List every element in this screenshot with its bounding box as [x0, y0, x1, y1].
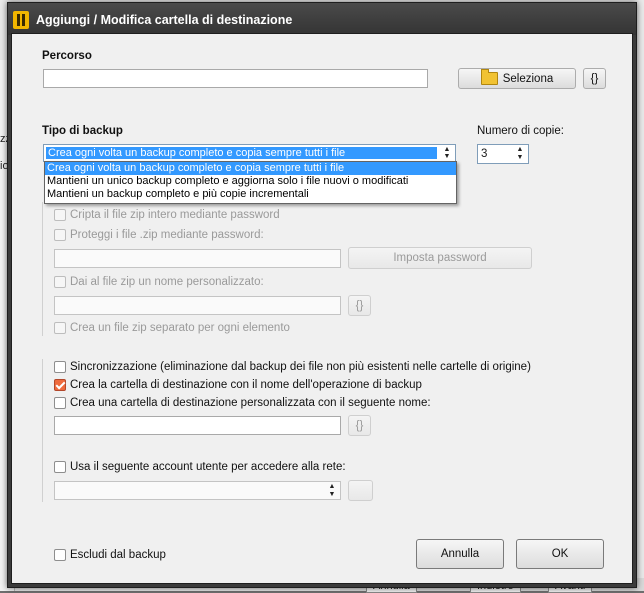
browse-button-label: Seleziona: [502, 72, 554, 85]
separate-zip-label: Crea un file zip separato per ogni eleme…: [70, 322, 290, 334]
encrypt-zip-label: Cripta il file zip intero mediante passw…: [70, 209, 280, 221]
increment-icon[interactable]: ▲: [513, 146, 527, 154]
ok-button[interactable]: OK: [516, 539, 604, 569]
chevron-down-icon: ▼: [443, 153, 451, 160]
path-label: Percorso: [42, 50, 92, 62]
backup-type-select[interactable]: Crea ogni volta un backup completo e cop…: [43, 144, 456, 162]
copies-value: 3: [481, 148, 488, 160]
chevron-up-icon: ▲: [328, 483, 336, 490]
folder-name-variables-button[interactable]: {}: [348, 415, 371, 436]
custom-zip-name-label: Dai al file zip un nome personalizzato:: [70, 276, 264, 288]
network-account-spinner[interactable]: ▲ ▼: [325, 483, 339, 498]
backup-type-option[interactable]: Mantieni un backup completo e più copie …: [45, 188, 456, 201]
separate-zip-checkbox[interactable]: [54, 322, 66, 334]
backup-type-option[interactable]: Mantieni un unico backup completo e aggi…: [45, 175, 456, 188]
chevron-up-icon: ▲: [443, 146, 451, 153]
create-named-folder-checkbox[interactable]: [54, 379, 66, 391]
custom-zip-name-field[interactable]: [54, 296, 341, 315]
browse-button[interactable]: Seleziona: [458, 68, 576, 89]
network-account-checkbox[interactable]: [54, 461, 66, 473]
folder-icon: [480, 69, 498, 85]
path-input[interactable]: [43, 69, 428, 88]
protect-zip-checkbox[interactable]: [54, 229, 66, 241]
folder-group-line: [42, 359, 43, 467]
custom-folder-name-field[interactable]: [54, 416, 341, 435]
zip-name-variables-button[interactable]: {}: [348, 295, 371, 316]
copies-spinner[interactable]: ▲ ▼: [513, 146, 527, 162]
dialog-body: Percorso Seleziona {} Tipo di backup Cre…: [11, 33, 633, 584]
dialog-titlebar[interactable]: Aggiungi / Modifica cartella di destinaz…: [8, 3, 636, 35]
protect-zip-label: Proteggi i file .zip mediante password:: [70, 229, 264, 241]
copies-label: Numero di copie:: [477, 125, 564, 137]
sync-checkbox[interactable]: [54, 361, 66, 373]
zip-group-line: [42, 202, 43, 336]
copies-stepper[interactable]: 3 ▲ ▼: [477, 144, 529, 164]
custom-folder-label: Crea una cartella di destinazione person…: [70, 397, 431, 409]
dialog-title: Aggiungi / Modifica cartella di destinaz…: [36, 13, 293, 27]
backup-type-spinner[interactable]: ▲ ▼: [440, 146, 454, 160]
network-group-line: [42, 454, 43, 502]
destination-folder-dialog: Aggiungi / Modifica cartella di destinaz…: [7, 2, 637, 588]
exclude-from-backup-checkbox[interactable]: [54, 549, 66, 561]
exclude-from-backup-label: Escludi dal backup: [70, 549, 166, 561]
path-variables-button[interactable]: {}: [583, 68, 606, 89]
backup-type-label: Tipo di backup: [42, 125, 123, 137]
custom-folder-checkbox[interactable]: [54, 397, 66, 409]
app-logo-icon: [13, 11, 29, 29]
encrypt-zip-checkbox[interactable]: [54, 209, 66, 221]
sync-label: Sincronizzazione (eliminazione dal backu…: [70, 361, 531, 373]
network-account-label: Usa il seguente account utente per acced…: [70, 461, 346, 473]
cancel-button[interactable]: Annulla: [416, 539, 504, 569]
decrement-icon[interactable]: ▼: [513, 154, 527, 162]
zip-password-field[interactable]: [54, 249, 341, 268]
set-password-button[interactable]: Imposta password: [348, 247, 532, 269]
create-named-folder-label: Crea la cartella di destinazione con il …: [70, 379, 422, 391]
network-account-select[interactable]: ▲ ▼: [54, 481, 341, 500]
backup-type-selected-value: Crea ogni volta un backup completo e cop…: [45, 146, 438, 160]
chevron-down-icon: ▼: [328, 490, 336, 498]
network-account-settings-button[interactable]: [348, 480, 373, 501]
backup-type-dropdown-list: Crea ogni volta un backup completo e cop…: [44, 161, 457, 204]
custom-zip-name-checkbox[interactable]: [54, 276, 66, 288]
backup-type-option[interactable]: Crea ogni volta un backup completo e cop…: [45, 162, 456, 175]
